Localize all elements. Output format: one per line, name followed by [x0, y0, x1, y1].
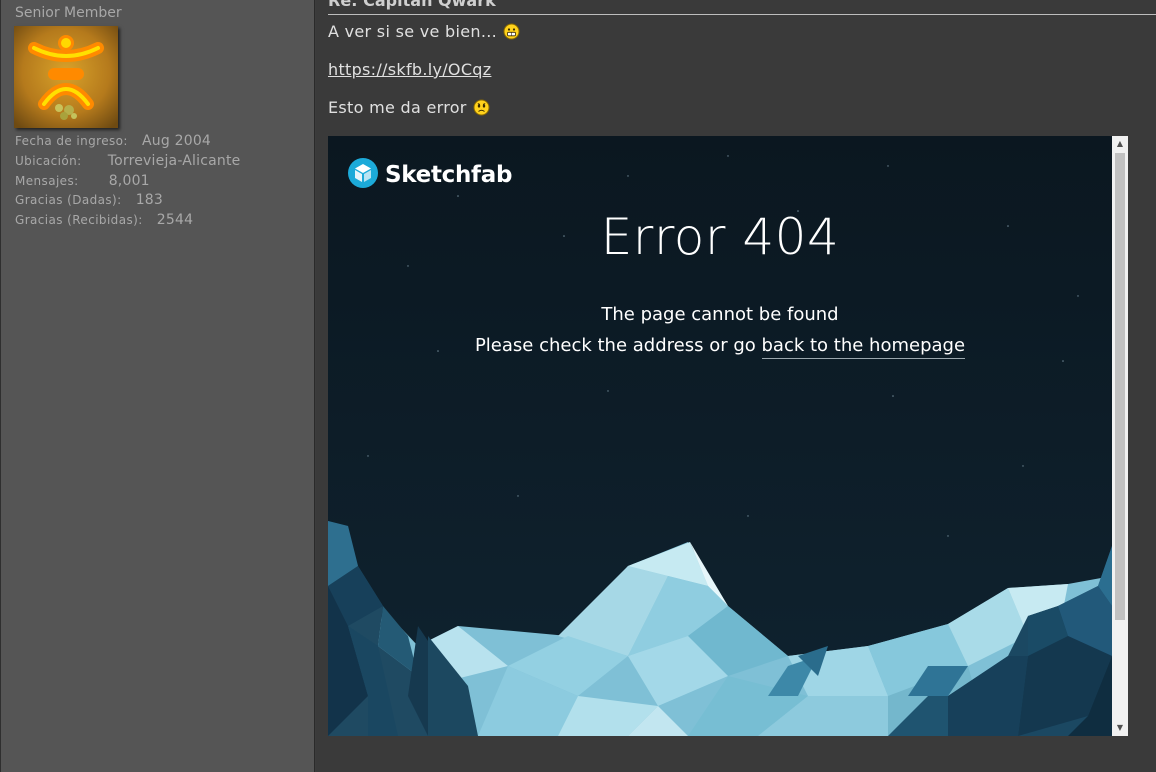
sketchfab-logo[interactable]: Sketchfab	[348, 158, 512, 192]
grin-smiley-icon	[503, 23, 520, 44]
info-value: 2544	[156, 212, 194, 228]
user-sidebar: Senior Member Fecha de ingreso: Aug 2004…	[0, 0, 315, 772]
info-label: Gracias (Dadas):	[15, 193, 122, 207]
info-value: 183	[135, 192, 164, 208]
error-help: Please check the address or go back to t…	[328, 335, 1112, 359]
embed-scrollbar[interactable]: ▲ ▼	[1112, 136, 1128, 736]
post-link[interactable]: https://skfb.ly/OCqz	[328, 60, 491, 79]
info-label: Mensajes:	[15, 174, 79, 188]
info-label: Fecha de ingreso:	[15, 134, 128, 148]
avatar-image	[14, 26, 118, 128]
error-message: The page cannot be found	[601, 304, 839, 325]
post-line-1: A ver si se ve bien...	[328, 22, 520, 44]
avatar[interactable]	[14, 26, 118, 128]
scroll-down-arrow-icon[interactable]: ▼	[1112, 720, 1128, 736]
info-location: Ubicación: Torrevieja-Alicante	[15, 153, 240, 169]
post-content: Re: Capitan Qwark A ver si se ve bien...…	[316, 0, 1156, 772]
info-value: Aug 2004	[142, 133, 212, 149]
post-text: Esto me da error	[328, 98, 467, 117]
error-title: Error 404	[600, 208, 840, 266]
homepage-link[interactable]: back to the homepage	[761, 335, 966, 359]
scroll-up-arrow-icon[interactable]: ▲	[1112, 136, 1128, 152]
sketchfab-cube-icon	[348, 158, 378, 192]
info-label: Ubicación:	[15, 154, 82, 168]
info-posts: Mensajes: 8,001	[15, 173, 150, 189]
info-thanks-given: Gracias (Dadas): 183	[15, 192, 163, 208]
info-value: Torrevieja-Alicante	[107, 153, 241, 169]
info-thanks-received: Gracias (Recibidas): 2544	[15, 212, 193, 228]
sketchfab-embed[interactable]: Sketchfab Error 404 The page cannot be f…	[328, 136, 1128, 736]
scroll-thumb[interactable]	[1115, 153, 1125, 620]
post-line-2: https://skfb.ly/OCqz	[328, 60, 491, 79]
error-help-text: Please check the address or go	[474, 335, 762, 356]
post-line-3: Esto me da error	[328, 98, 490, 120]
sketchfab-brand: Sketchfab	[385, 162, 513, 188]
post-text: A ver si se ve bien...	[328, 22, 497, 41]
post-title: Re: Capitan Qwark	[328, 0, 496, 10]
worried-smiley-icon	[473, 99, 490, 120]
title-divider	[328, 14, 1156, 15]
info-label: Gracias (Recibidas):	[15, 213, 143, 227]
info-join-date: Fecha de ingreso: Aug 2004	[15, 133, 211, 149]
info-value: 8,001	[108, 173, 150, 189]
user-title: Senior Member	[15, 5, 122, 21]
